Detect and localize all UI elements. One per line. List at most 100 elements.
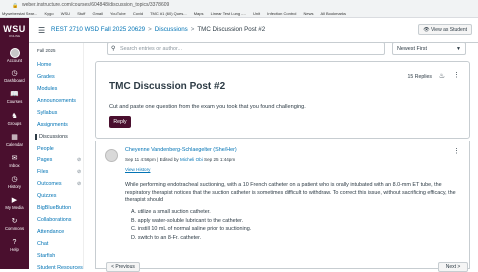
course-nav-syllabus[interactable]: Syllabus: [37, 110, 57, 116]
course-nav-announcements[interactable]: Announcements: [37, 98, 76, 104]
nav-label: Groups: [7, 121, 22, 126]
breadcrumb-course[interactable]: REST 2710 WSD Fall 2025 20629: [51, 26, 145, 33]
nav-label: History: [7, 184, 22, 189]
nav-commons[interactable]: ↻ Commons: [0, 218, 29, 231]
bookmark[interactable]: Stuff: [77, 11, 85, 16]
bookmark[interactable]: WSU: [61, 11, 70, 16]
nav-calendar[interactable]: ▦ Calendar: [0, 134, 29, 147]
bookmark[interactable]: Infection Control: [267, 11, 296, 16]
nav-my-media[interactable]: ▶ My Media: [0, 197, 29, 210]
nav-label: Account: [6, 58, 23, 63]
nav-history[interactable]: ◷ History: [0, 176, 29, 189]
bookmark[interactable]: All Bookmarks: [320, 11, 346, 16]
bookmark[interactable]: YouTube: [110, 11, 126, 16]
chevron-right-icon: >: [190, 26, 195, 33]
course-nav-files[interactable]: Files ⊘: [37, 169, 81, 175]
view-as-student-label: View as Student: [430, 27, 467, 33]
hamburger-menu-icon[interactable]: ☰: [38, 26, 45, 35]
hidden-eye-icon: ⊘: [77, 181, 82, 187]
course-nav-assignments[interactable]: Assignments: [37, 122, 68, 128]
nav-groups[interactable]: ♞ Groups: [0, 113, 29, 126]
course-nav-chat[interactable]: Chat: [37, 241, 48, 247]
nav-label: Courses: [6, 99, 23, 104]
search-placeholder: Search entries or author...: [120, 46, 183, 52]
calendar-icon: ▦: [11, 134, 18, 141]
course-nav: Fall 2025 Home Grades Modules Announceme…: [29, 43, 84, 271]
topic-options-icon[interactable]: ⋮: [453, 71, 460, 79]
nav-dashboard[interactable]: ◷ Dashboard: [0, 70, 29, 83]
courses-icon: 📖: [10, 91, 19, 98]
search-input[interactable]: ⚲ Search entries or author...: [107, 42, 385, 55]
edited-prefix: | Edited by: [157, 157, 179, 162]
bookmark[interactable]: TMC #1 (60) Ques...: [150, 11, 186, 16]
next-button[interactable]: Next >: [438, 262, 468, 272]
logo-subtitle: ONLINE: [8, 34, 21, 38]
nav-help[interactable]: ? Help: [0, 239, 29, 252]
list-item: D. switch to an 8-Fr. catheter.: [131, 234, 202, 241]
nav-label: Calendar: [6, 142, 23, 147]
nav-courses[interactable]: 📖 Courses: [0, 91, 29, 104]
course-nav-discussions[interactable]: Discussions: [35, 134, 68, 140]
course-nav-student-resources[interactable]: Student Resources: [37, 265, 83, 271]
entry-options-icon[interactable]: ⋮: [453, 147, 460, 155]
bookmark[interactable]: News: [304, 11, 314, 16]
breadcrumb-current: TMC Discussion Post #2: [197, 26, 266, 33]
previous-button[interactable]: < Previous: [106, 262, 140, 272]
bookmarks-bar: Myweberstat Sear... Kygo WSU Stuff Gmail…: [2, 9, 478, 18]
browser-chrome: 🔒 weber.instructure.com/courses/604848/d…: [0, 0, 478, 18]
top-bar: ☰ REST 2710 WSD Fall 2025 20629 > Discussi…: [29, 18, 478, 43]
bookmark[interactable]: Myweberstat Sear...: [2, 11, 37, 16]
entry-author[interactable]: Cheyenne Vandenberg-Schlaegelter (She/He…: [125, 147, 237, 153]
list-item: A. utilize a small suction catheter.: [131, 209, 211, 215]
list-item: C. instill 10 mL of normal saline prior …: [131, 226, 252, 232]
edited-by-link[interactable]: Micheli Obi: [180, 157, 203, 162]
course-nav-outcomes[interactable]: Outcomes ⊘: [37, 181, 81, 187]
bookmark[interactable]: Gmail: [92, 11, 102, 16]
address-bar[interactable]: 🔒 weber.instructure.com/courses/604848/d…: [8, 1, 470, 9]
bookmark[interactable]: Maps: [194, 11, 204, 16]
topic-body: Cut and paste one question from the exam…: [109, 104, 306, 110]
reply-count: 15 Replies: [407, 74, 432, 80]
answer-options: A. utilize a small suction catheter. B. …: [131, 208, 251, 242]
bookmark[interactable]: Covid: [133, 11, 143, 16]
edited-date: Sep 25 1:44pm: [204, 157, 236, 162]
discussion-entry: Cheyenne Vandenberg-Schlaegelter (She/He…: [95, 141, 470, 269]
entry-date: Sep 11 4:56pm: [125, 157, 156, 162]
page-title: TMC Discussion Post #2: [109, 81, 226, 92]
wsu-logo[interactable]: WSU: [0, 24, 29, 34]
course-nav-grades[interactable]: Grades: [37, 74, 55, 80]
list-item: B. apply water-soluble lubricant to the …: [131, 217, 244, 224]
bookmark[interactable]: Kygo: [44, 11, 53, 16]
view-as-student-button[interactable]: 👁 View as Student: [418, 24, 472, 35]
course-nav-modules[interactable]: Modules: [37, 86, 57, 92]
course-nav-starfish[interactable]: Starfish: [37, 253, 55, 259]
course-nav-people[interactable]: People: [37, 146, 54, 152]
media-icon: ▶: [11, 197, 18, 204]
nav-account[interactable]: Account: [0, 48, 29, 63]
bookmark[interactable]: Unit: [253, 11, 260, 16]
course-nav-pages[interactable]: Pages ⊘: [37, 157, 81, 163]
course-nav-attendance[interactable]: Attendance: [37, 229, 64, 235]
groups-icon: ♞: [11, 113, 18, 120]
course-nav-quizzes[interactable]: Quizzes: [37, 193, 56, 199]
view-history-link[interactable]: View History: [125, 167, 150, 172]
sort-value: Newest First: [397, 46, 427, 52]
subscribe-bell-icon[interactable]: ♨: [439, 72, 445, 80]
nav-label: Dashboard: [4, 78, 25, 83]
bookmark[interactable]: Linear Test Lung -...: [211, 11, 246, 16]
global-nav: WSU ONLINE Account ◷ Dashboard 📖 Courses…: [0, 18, 29, 269]
nav-inbox[interactable]: ✉ Inbox: [0, 155, 29, 168]
student-view-icon: 👁: [423, 27, 430, 33]
course-nav-collaborations[interactable]: Collaborations: [37, 217, 71, 223]
entry-meta: Sep 11 4:56pm | Edited by Micheli Obi Se…: [125, 157, 235, 162]
course-nav-bigbluebutton[interactable]: BigBlueButton: [37, 205, 71, 211]
breadcrumb-discussions[interactable]: Discussions: [155, 26, 188, 33]
nav-label: Inbox: [9, 163, 20, 168]
url-text: weber.instructure.com/courses/604848/dis…: [22, 2, 170, 8]
avatar[interactable]: [105, 149, 118, 162]
inbox-icon: ✉: [11, 155, 18, 162]
course-nav-home[interactable]: Home: [37, 62, 51, 68]
reply-button[interactable]: Reply: [109, 116, 131, 128]
sort-select[interactable]: Newest First ▼: [392, 42, 466, 55]
dashboard-icon: ◷: [11, 70, 18, 77]
